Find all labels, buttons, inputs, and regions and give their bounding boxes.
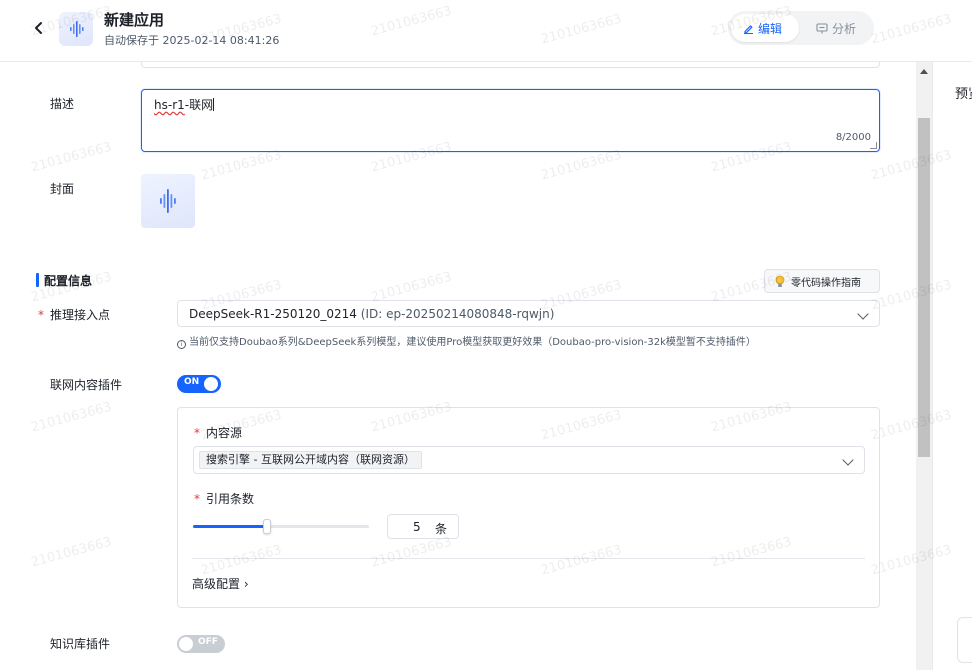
endpoint-label-text: 推理接入点 [50,308,111,322]
description-text: hs-r1-联网 [154,96,215,113]
waveform-icon [70,21,84,37]
content-source-tag: 搜索引擎 - 互联网公开域内容（联网资源） [199,451,422,469]
top-bar: 新建应用 自动保存于 2025-02-14 08:41:26 编辑 分析 [0,0,972,62]
content-source-select[interactable]: 搜索引擎 - 互联网公开域内容（联网资源） [193,446,865,474]
endpoint-select[interactable]: DeepSeek-R1-250120_0214 (ID: ep-20250214… [177,300,880,327]
section-accent [36,273,39,287]
slider-fill [193,525,267,528]
description-text-squiggle: hs-r1 [154,98,185,112]
preview-title: 预览 [955,87,972,102]
chevron-down-icon [842,454,854,466]
description-text-rest: -联网 [184,98,214,112]
pencil-icon [744,24,753,34]
waveform-icon [160,189,176,213]
required-asterisk: * [194,492,200,506]
toggle-knob [179,637,193,651]
citation-count-slider[interactable] [193,519,369,534]
lightbulb-icon [775,275,785,287]
citation-count-label-text: 引用条数 [206,492,255,506]
back-arrow-icon[interactable] [30,18,48,38]
description-label: 描述 [50,97,75,111]
resize-grip-icon[interactable] [870,142,877,149]
analyze-mode-label: 分析 [832,21,857,36]
required-asterisk: * [194,426,200,440]
toggle-knob [204,377,218,391]
slider-thumb[interactable] [263,519,271,534]
scrollbar-thumb[interactable] [918,118,930,457]
preview-panel: 预览 [932,62,972,670]
content-source-label: * 内容源 [194,424,242,441]
cover-image[interactable] [141,174,195,228]
chevron-down-icon [857,308,869,320]
analyze-mode-button[interactable]: 分析 [804,14,868,42]
cover-label: 封面 [50,182,75,196]
name-field-edge [141,62,880,68]
app-title: 新建应用 [104,11,165,29]
content-source-label-text: 内容源 [206,426,243,440]
endpoint-label: * 推理接入点 [38,306,110,323]
required-asterisk: * [38,308,44,322]
citation-count-input[interactable]: 5 条 [387,514,459,539]
web-plugin-label: 联网内容插件 [50,378,123,392]
endpoint-hint-text: 当前仅支持Doubao系列&DeepSeek系列模型，建议使用Pro模型获取更好… [189,337,756,348]
description-textarea[interactable]: hs-r1-联网 8/2000 [141,89,880,152]
citation-count-value: 5 [413,520,421,534]
advanced-settings-label: 高级配置 [192,577,241,591]
endpoint-id: (ID: ep-20250214080848-rqwjn) [360,307,555,321]
knowledge-plugin-label: 知识库插件 [50,637,111,651]
guide-button-label: 零代码操作指南 [791,277,861,289]
web-plugin-settings: * 内容源 搜索引擎 - 互联网公开域内容（联网资源） * 引用条数 5 条 高级配… [177,407,880,608]
info-icon: i [177,340,186,349]
form-scrollbar[interactable] [916,62,932,670]
knowledge-plugin-toggle-text: OFF [198,637,218,647]
guide-button[interactable]: 零代码操作指南 [764,269,880,293]
app-config-form: 描述 hs-r1-联网 8/2000 封面 配置信息 零代码操作指南 * 推理接入… [0,62,916,670]
app-icon [59,12,93,46]
chevron-right-icon: › [243,577,249,591]
divider [192,558,865,559]
analytics-icon [816,22,828,33]
config-section-title: 配置信息 [44,274,93,288]
text-cursor [213,98,215,111]
web-plugin-toggle-text: ON [184,377,200,387]
citation-count-unit: 条 [435,522,448,536]
scroll-up-arrow-icon[interactable] [920,69,928,74]
endpoint-value: DeepSeek-R1-250120_0214 (ID: ep-20250214… [189,307,554,321]
endpoint-hint: i 当前仅支持Doubao系列&DeepSeek系列模型，建议使用Pro模型获取更… [177,333,756,349]
edit-mode-button[interactable]: 编辑 [731,14,799,42]
autosave-status: 自动保存于 2025-02-14 08:41:26 [104,34,280,47]
edit-mode-label: 编辑 [758,21,783,36]
web-plugin-toggle[interactable]: ON [177,375,221,393]
description-char-count: 8/2000 [835,132,871,143]
advanced-settings-link[interactable]: 高级配置 › [192,575,249,592]
endpoint-name: DeepSeek-R1-250120_0214 [189,307,357,321]
knowledge-plugin-toggle[interactable]: OFF [177,635,225,653]
citation-count-label: * 引用条数 [194,490,254,507]
preview-input-edge[interactable] [957,617,972,663]
mode-switch: 编辑 分析 [728,11,874,45]
